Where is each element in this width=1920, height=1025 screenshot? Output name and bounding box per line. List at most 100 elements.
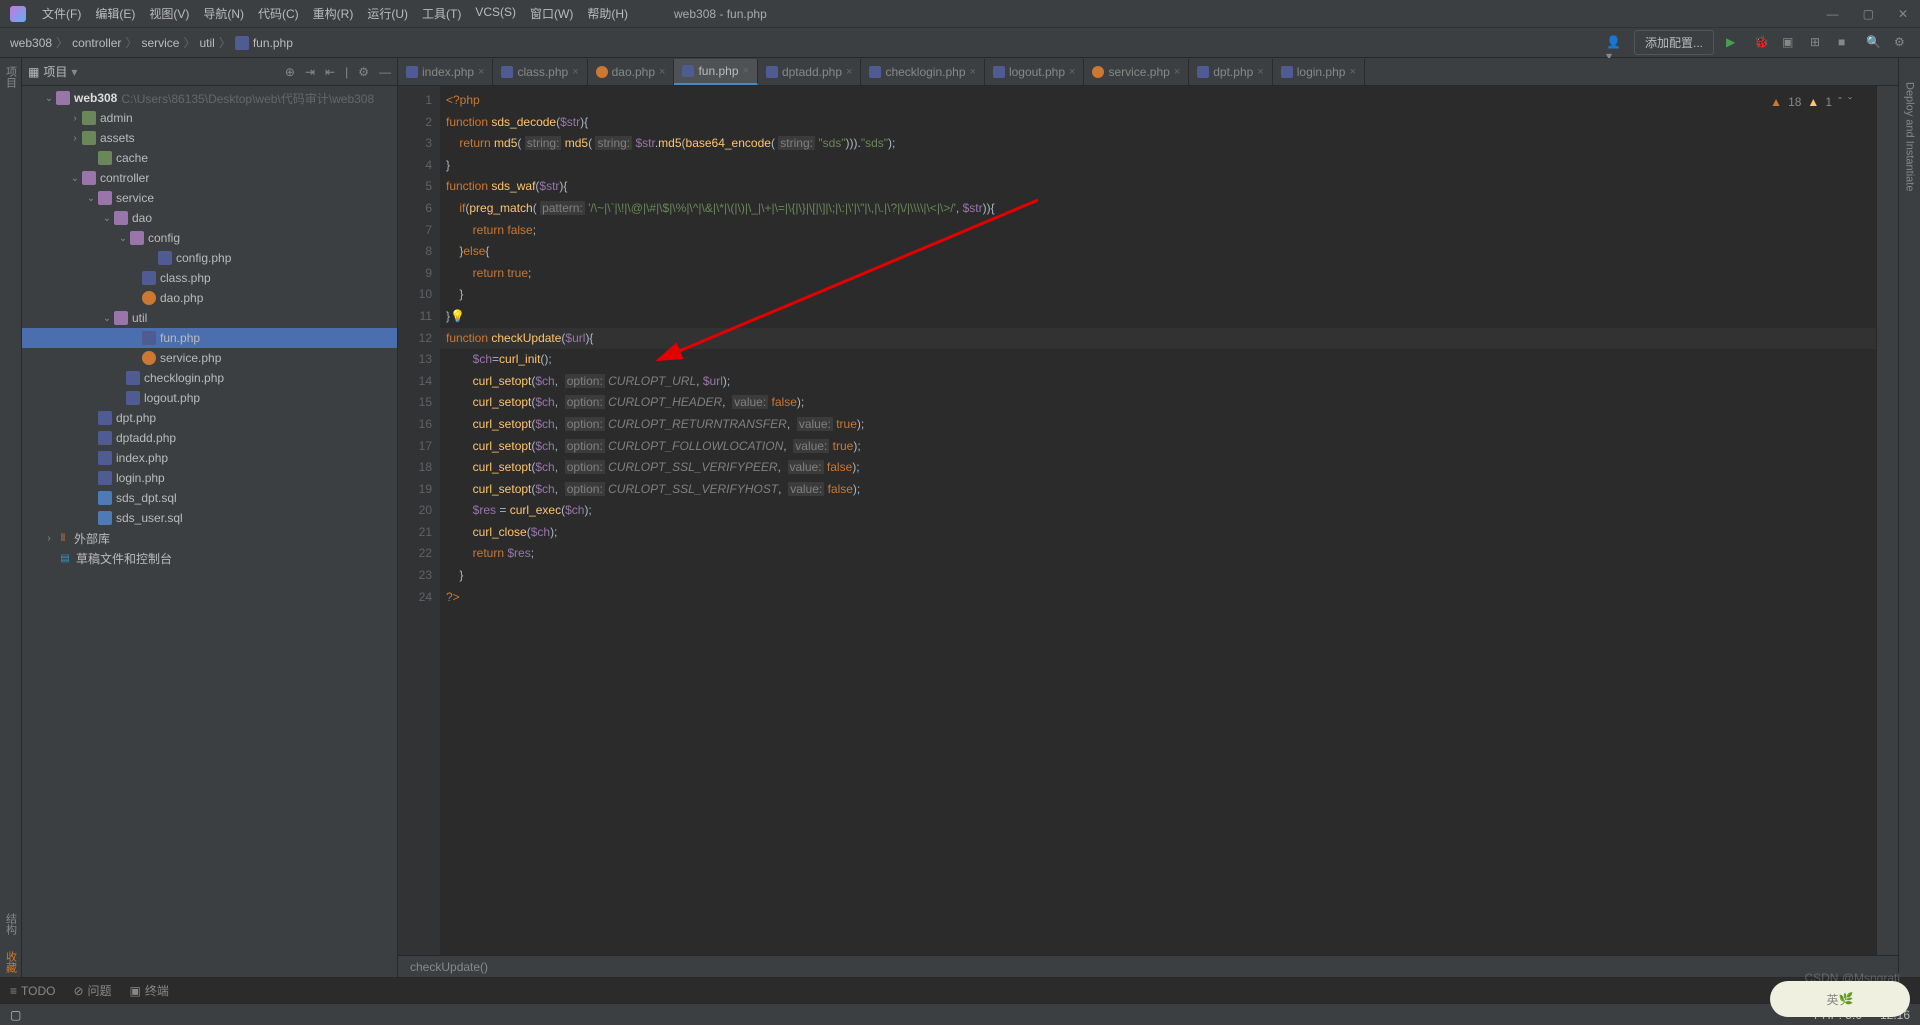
collapse-icon[interactable]: ⇥	[305, 65, 315, 79]
tree-item[interactable]: ›assets	[22, 128, 397, 148]
breadcrumb-item[interactable]: fun.php	[253, 36, 293, 50]
project-tool-button[interactable]: 项目	[3, 62, 19, 92]
code-line[interactable]: curl_setopt($ch, option: CURLOPT_SSL_VER…	[440, 479, 1876, 501]
editor-tab[interactable]: class.php×	[493, 59, 587, 85]
add-config-button[interactable]: 添加配置...	[1634, 30, 1714, 55]
code-editor[interactable]: ▲18 ▲1 ˆ ˇ <?phpfunction sds_decode($str…	[440, 86, 1876, 955]
stop-icon[interactable]: ■	[1838, 35, 1854, 51]
tree-item[interactable]: fun.php	[22, 328, 397, 348]
editor-tab[interactable]: dpt.php×	[1189, 59, 1272, 85]
menu-item[interactable]: 编辑(E)	[89, 3, 141, 24]
close-tab-icon[interactable]: ×	[743, 65, 749, 77]
code-line[interactable]: <?php	[440, 90, 1876, 112]
code-line[interactable]: }💡	[440, 306, 1876, 328]
coverage-icon[interactable]: ▣	[1782, 35, 1798, 51]
code-line[interactable]: curl_close($ch);	[440, 522, 1876, 544]
code-line[interactable]: }	[440, 155, 1876, 177]
code-line[interactable]: curl_setopt($ch, option: CURLOPT_FOLLOWL…	[440, 436, 1876, 458]
breadcrumb-item[interactable]: util	[199, 36, 214, 50]
editor-tab[interactable]: dao.php×	[588, 59, 675, 85]
code-line[interactable]: ?>	[440, 587, 1876, 609]
maximize-icon[interactable]: ▢	[1863, 7, 1874, 21]
close-tab-icon[interactable]: ×	[1174, 66, 1180, 78]
close-tab-icon[interactable]: ×	[846, 66, 852, 78]
external-libraries[interactable]: ›⫴外部库	[22, 528, 397, 548]
editor-tab[interactable]: logout.php×	[985, 59, 1085, 85]
close-icon[interactable]: ✕	[1898, 7, 1908, 21]
code-line[interactable]: $ch=curl_init();	[440, 349, 1876, 371]
tree-item[interactable]: index.php	[22, 448, 397, 468]
sidebar-title[interactable]: ▦ 项目 ▾	[28, 63, 77, 80]
editor-tab[interactable]: index.php×	[398, 59, 493, 85]
close-tab-icon[interactable]: ×	[478, 66, 484, 78]
tree-item[interactable]: config.php	[22, 248, 397, 268]
menu-item[interactable]: 文件(F)	[36, 3, 87, 24]
close-tab-icon[interactable]: ×	[659, 66, 665, 78]
breadcrumb-item[interactable]: controller	[72, 36, 121, 50]
tree-item[interactable]: dptadd.php	[22, 428, 397, 448]
editor-tab[interactable]: checklogin.php×	[861, 59, 985, 85]
tree-item[interactable]: dao.php	[22, 288, 397, 308]
tree-item[interactable]: ›admin	[22, 108, 397, 128]
close-tab-icon[interactable]: ×	[1349, 66, 1355, 78]
profile-icon[interactable]: ⊞	[1810, 35, 1826, 51]
tree-item[interactable]: checklogin.php	[22, 368, 397, 388]
tree-item[interactable]: sds_dpt.sql	[22, 488, 397, 508]
tree-item[interactable]: ⌄util	[22, 308, 397, 328]
debug-icon[interactable]: 🐞	[1754, 35, 1770, 51]
settings-icon[interactable]: ⚙	[1894, 35, 1910, 51]
code-line[interactable]: }	[440, 565, 1876, 587]
code-line[interactable]: curl_setopt($ch, option: CURLOPT_RETURNT…	[440, 414, 1876, 436]
tree-item[interactable]: ⌄controller	[22, 168, 397, 188]
menu-item[interactable]: VCS(S)	[469, 3, 522, 24]
tree-item[interactable]: logout.php	[22, 388, 397, 408]
expand-icon[interactable]: ⇤	[325, 65, 335, 79]
editor-tab[interactable]: fun.php×	[674, 59, 757, 85]
code-line[interactable]: function sds_decode($str){	[440, 112, 1876, 134]
tree-item[interactable]: login.php	[22, 468, 397, 488]
ime-indicator[interactable]: 英 🌿	[1770, 981, 1910, 1017]
code-line[interactable]: return true;	[440, 263, 1876, 285]
tree-item[interactable]: dpt.php	[22, 408, 397, 428]
editor-tab[interactable]: login.php×	[1273, 59, 1365, 85]
function-breadcrumb[interactable]: checkUpdate()	[398, 955, 1898, 977]
tree-item[interactable]: cache	[22, 148, 397, 168]
problems-tool[interactable]: ⊘ 问题	[73, 982, 111, 999]
code-line[interactable]: }else{	[440, 241, 1876, 263]
favorites-tool-button[interactable]: 收藏	[3, 947, 19, 977]
editor-tab[interactable]: dptadd.php×	[758, 59, 862, 85]
code-line[interactable]: $res = curl_exec($ch);	[440, 500, 1876, 522]
code-line[interactable]: function checkUpdate($url){	[440, 328, 1876, 350]
close-tab-icon[interactable]: ×	[1069, 66, 1075, 78]
deploy-tool-button[interactable]: Deploy and Instantiate	[1904, 78, 1916, 195]
close-tab-icon[interactable]: ×	[1257, 66, 1263, 78]
menu-item[interactable]: 运行(U)	[361, 3, 414, 24]
tree-root[interactable]: ⌄web308C:\Users\86135\Desktop\web\代码审计\w…	[22, 88, 397, 108]
code-line[interactable]: return md5( string: md5( string: $str.md…	[440, 133, 1876, 155]
prev-icon[interactable]: ˆ	[1838, 92, 1842, 114]
user-icon[interactable]: 👤▾	[1606, 35, 1622, 51]
search-icon[interactable]: 🔍	[1866, 35, 1882, 51]
locate-icon[interactable]: ⊕	[285, 65, 295, 79]
tree-item[interactable]: service.php	[22, 348, 397, 368]
close-tab-icon[interactable]: ×	[572, 66, 578, 78]
breadcrumb-item[interactable]: service	[141, 36, 179, 50]
tree-item[interactable]: ⌄service	[22, 188, 397, 208]
next-icon[interactable]: ˇ	[1848, 92, 1852, 114]
inspection-widget[interactable]: ▲18 ▲1 ˆ ˇ	[1770, 92, 1852, 114]
structure-tool-button[interactable]: 结构	[3, 909, 19, 939]
tree-item[interactable]: class.php	[22, 268, 397, 288]
code-line[interactable]: curl_setopt($ch, option: CURLOPT_URL, $u…	[440, 371, 1876, 393]
run-icon[interactable]: ▶	[1726, 35, 1742, 51]
tree-item[interactable]: ⌄config	[22, 228, 397, 248]
code-line[interactable]: }	[440, 284, 1876, 306]
menu-item[interactable]: 代码(C)	[252, 3, 305, 24]
minimize-icon[interactable]: —	[1827, 7, 1839, 21]
todo-tool[interactable]: ≡ TODO	[10, 984, 55, 998]
menu-item[interactable]: 帮助(H)	[581, 3, 634, 24]
code-line[interactable]: curl_setopt($ch, option: CURLOPT_SSL_VER…	[440, 457, 1876, 479]
scratches[interactable]: ▤草稿文件和控制台	[22, 548, 397, 568]
code-line[interactable]: function sds_waf($str){	[440, 176, 1876, 198]
menu-item[interactable]: 工具(T)	[416, 3, 467, 24]
close-tab-icon[interactable]: ×	[970, 66, 976, 78]
